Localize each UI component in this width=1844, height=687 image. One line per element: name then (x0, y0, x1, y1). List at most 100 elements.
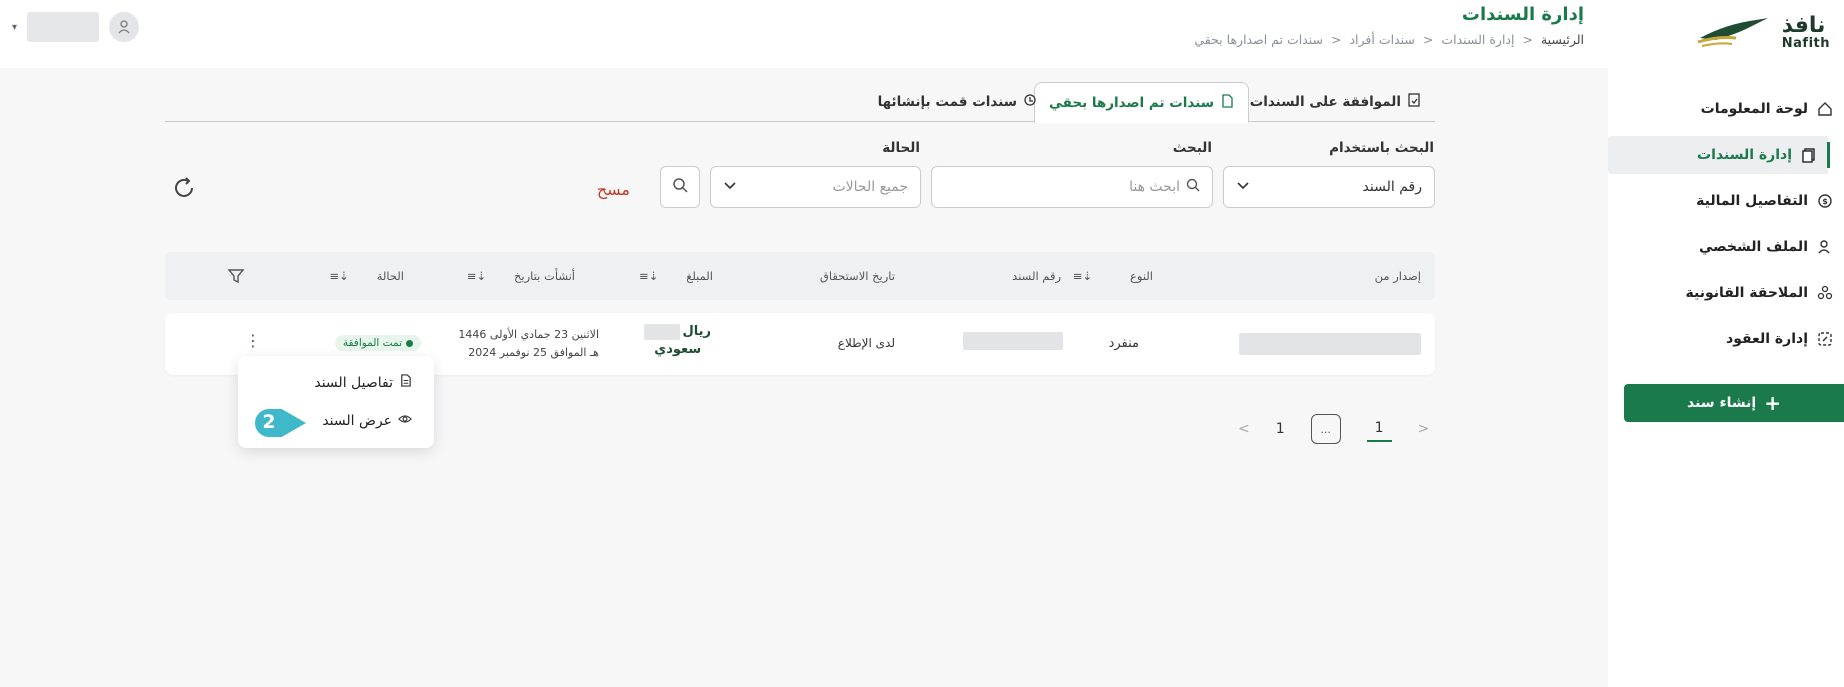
user-menu[interactable]: ▾ (12, 12, 140, 42)
page-title: إدارة السندات (1461, 4, 1584, 25)
prev-page-chevron-icon[interactable]: < (1238, 421, 1250, 437)
status-select[interactable]: جميع الحالات (710, 166, 921, 208)
document-check-icon (1407, 93, 1421, 111)
sidebar: نافذ Nafith لوحة المعلومات إدارة السندات… (1608, 0, 1844, 687)
chevron-down-icon (723, 178, 737, 196)
search-icon (672, 177, 688, 197)
top-header: إدارة السندات الرئيسية < إدارة السندات <… (0, 0, 1608, 68)
document-icon (399, 374, 412, 391)
breadcrumb-bonds[interactable]: إدارة السندات (1441, 32, 1514, 47)
create-bond-button[interactable]: + إنشاء سند (1624, 384, 1844, 422)
amount-value-redacted (644, 324, 681, 341)
amount-currency: ريال (682, 324, 711, 339)
table-header: إصدار من النوع ⇣≡ رقم السند تاريخ الاستحق… (165, 252, 1435, 300)
refresh-icon[interactable] (172, 176, 196, 204)
logo-mark-icon (1697, 18, 1768, 47)
sidebar-item-legal[interactable]: الملاحقة القانونية (1608, 274, 1844, 312)
column-header-due-date: تاريخ الاستحقاق (819, 269, 895, 283)
tab-label: سندات تم اصدارها بحقي (1048, 94, 1214, 111)
cell-amount: ريال سعودي (644, 323, 711, 359)
status-dot-icon (406, 339, 413, 347)
row-actions-kebab-icon[interactable]: ⋮ (245, 331, 261, 350)
breadcrumb-separator: < (1331, 32, 1342, 47)
sidebar-item-financial-details[interactable]: $ التفاصيل المالية (1608, 182, 1844, 220)
profile-icon (1816, 238, 1834, 256)
logo-english: Nafith (1781, 35, 1830, 51)
tab-created-by-me[interactable]: سندات قمت بإنشائها (864, 82, 1051, 122)
filter-icon[interactable] (227, 252, 245, 300)
callout-number: 2 (262, 411, 276, 433)
column-header-bond-number: رقم السند (1012, 269, 1061, 283)
sidebar-item-label: الملف الشخصي (1698, 239, 1808, 255)
create-bond-label: إنشاء سند (1687, 395, 1757, 411)
breadcrumb-current: سندات تم اصدارها بحقي (1194, 32, 1323, 47)
sidebar-item-bonds-management[interactable]: إدارة السندات (1608, 136, 1830, 174)
search-button[interactable] (660, 166, 700, 208)
breadcrumb-individual[interactable]: سندات أفراد (1349, 32, 1414, 47)
search-icon (1186, 178, 1200, 196)
clear-filters-link[interactable]: مسح (597, 180, 630, 199)
sort-icon[interactable]: ⇣≡ (467, 269, 486, 283)
tab-approve-bonds[interactable]: الموافقة على السندات (1236, 82, 1435, 122)
cell-due-date: لدى الإطلاع (837, 336, 895, 350)
page-link[interactable]: 1 (1276, 421, 1285, 437)
menu-item-view-bond[interactable]: عرض السند (322, 412, 412, 430)
status-value: جميع الحالات (832, 179, 909, 195)
document-icon (1220, 93, 1234, 112)
sidebar-item-label: التفاصيل المالية (1696, 193, 1808, 209)
contract-icon (1816, 330, 1834, 348)
sidebar-item-label: الملاحقة القانونية (1685, 285, 1809, 301)
sidebar-item-label: إدارة العقود (1726, 331, 1808, 347)
breadcrumb-separator: < (1422, 32, 1434, 47)
hand-document-icon (1023, 93, 1037, 111)
user-avatar-icon[interactable] (109, 12, 140, 42)
sidebar-item-profile[interactable]: الملف الشخصي (1608, 228, 1844, 266)
documents-icon (1800, 146, 1818, 164)
bond-number-redacted (963, 332, 1063, 350)
search-label: البحث (1172, 140, 1212, 156)
tab-issued-against-me[interactable]: سندات تم اصدارها بحقي (1033, 82, 1249, 123)
status-label: الحالة (882, 140, 920, 156)
nafith-logo[interactable]: نافذ Nafith (1692, 12, 1830, 52)
column-header-amount[interactable]: المبلغ ⇣≡ (639, 252, 713, 300)
pagination: < 1 ... 1 > (1238, 412, 1429, 446)
sidebar-item-label: إدارة السندات (1697, 147, 1792, 163)
breadcrumb-home[interactable]: الرئيسية (1541, 32, 1584, 47)
next-page-chevron-icon[interactable]: > (1418, 421, 1430, 437)
sort-icon[interactable]: ⇣≡ (639, 269, 658, 283)
page-link-current[interactable]: 1 (1366, 416, 1392, 442)
user-name-redacted (27, 12, 100, 42)
sidebar-item-dashboard[interactable]: لوحة المعلومات (1608, 90, 1844, 128)
search-by-value: رقم السند (1362, 179, 1422, 195)
column-header-type[interactable]: النوع ⇣≡ (1073, 252, 1153, 300)
menu-item-label: عرض السند (322, 413, 392, 429)
logo-arabic: نافذ (1781, 12, 1826, 38)
sidebar-nav: لوحة المعلومات إدارة السندات $ التفاصيل … (1608, 90, 1844, 366)
search-placeholder: ابحث هنا (1129, 179, 1180, 195)
caret-down-icon[interactable]: ▾ (12, 22, 17, 33)
tab-label: سندات قمت بإنشائها (877, 94, 1017, 110)
menu-item-bond-details[interactable]: تفاصيل السند (314, 374, 412, 391)
sort-icon[interactable]: ⇣≡ (329, 269, 348, 283)
column-header-issued-from: إصدار من (1374, 269, 1421, 283)
eye-icon (398, 412, 412, 430)
column-header-created-date[interactable]: أنشأت بتاريخ ⇣≡ (467, 252, 575, 300)
page-ellipsis[interactable]: ... (1310, 414, 1341, 444)
bond-tabs: الموافقة على السندات سندات تم اصدارها بح… (165, 82, 1435, 123)
amount-currency-line2: سعودي (654, 342, 702, 358)
breadcrumb: الرئيسية < إدارة السندات < سندات أفراد <… (1194, 32, 1584, 47)
breadcrumb-separator: < (1522, 32, 1533, 47)
search-input[interactable]: ابحث هنا (931, 166, 1213, 208)
chevron-down-icon (1236, 178, 1250, 196)
sort-icon[interactable]: ⇣≡ (1073, 269, 1092, 283)
column-header-status[interactable]: الحالة ⇣≡ (329, 252, 404, 300)
cell-type: منفرد (1108, 336, 1139, 351)
search-by-select[interactable]: رقم السند (1223, 166, 1435, 208)
sidebar-item-contracts[interactable]: إدارة العقود (1608, 320, 1844, 358)
issuer-redacted (1239, 333, 1421, 355)
step-callout-marker: 2 (252, 406, 310, 439)
money-icon: $ (1816, 192, 1834, 210)
search-by-label: البحث باستخدام (1329, 140, 1434, 156)
status-badge: تمت الموافقة (334, 335, 421, 351)
svg-text:$: $ (1822, 197, 1828, 206)
